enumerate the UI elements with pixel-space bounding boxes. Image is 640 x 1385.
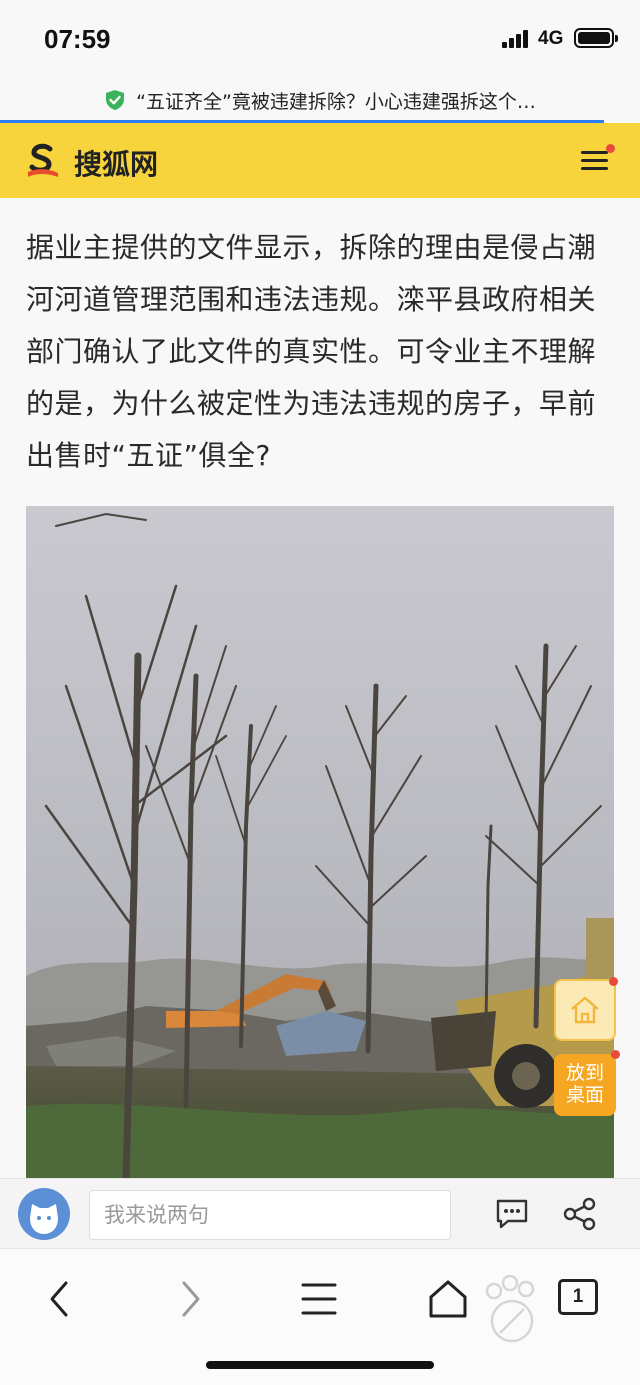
- desktop-label-line1: 放到: [565, 1062, 604, 1084]
- notification-dot: [606, 144, 615, 153]
- comment-icon[interactable]: [494, 1197, 530, 1231]
- site-name[interactable]: 搜狐网: [74, 143, 158, 183]
- notification-dot: [611, 1050, 620, 1059]
- back-icon[interactable]: [38, 1277, 82, 1321]
- share-icon[interactable]: [562, 1196, 598, 1232]
- watermark-icon: [485, 1275, 535, 1343]
- shield-check-icon: [106, 90, 125, 110]
- article-photo[interactable]: [26, 506, 614, 1178]
- home-indicator[interactable]: [206, 1361, 434, 1369]
- site-header: 搜狐网: [0, 123, 640, 198]
- browser-home-icon[interactable]: [426, 1277, 470, 1321]
- add-to-desktop-button[interactable]: 放到 桌面: [554, 1050, 620, 1116]
- home-icon: [571, 996, 599, 1024]
- page-title: “五证齐全”竟被违建拆除？小心违建强拆这个…: [136, 90, 536, 113]
- float-home-button[interactable]: [554, 977, 618, 1041]
- signal-icon: [502, 30, 532, 48]
- comment-input[interactable]: 我来说两句: [89, 1190, 451, 1240]
- battery-icon: [574, 28, 618, 48]
- notification-dot: [609, 977, 618, 986]
- list-icon[interactable]: [297, 1277, 341, 1321]
- article-paragraph: 据业主提供的文件显示，拆除的理由是侵占潮河河道管理范围和违法违规。滦平县政府相关…: [26, 231, 597, 472]
- demolition-scene-image: [26, 506, 614, 1178]
- status-bar: 07:59 4G: [0, 0, 640, 78]
- avatar[interactable]: [18, 1188, 70, 1240]
- address-bar[interactable]: “五证齐全”竟被违建拆除？小心违建强拆这个…: [0, 78, 640, 122]
- comment-bar: 我来说两句: [0, 1178, 640, 1248]
- tabs-button[interactable]: 1: [558, 1279, 598, 1315]
- menu-icon[interactable]: [578, 144, 615, 177]
- network-type: 4G: [538, 28, 564, 49]
- forward-icon[interactable]: [168, 1277, 212, 1321]
- sohu-logo-icon[interactable]: [26, 142, 60, 178]
- desktop-label-line2: 桌面: [565, 1084, 604, 1106]
- status-time: 07:59: [44, 24, 111, 54]
